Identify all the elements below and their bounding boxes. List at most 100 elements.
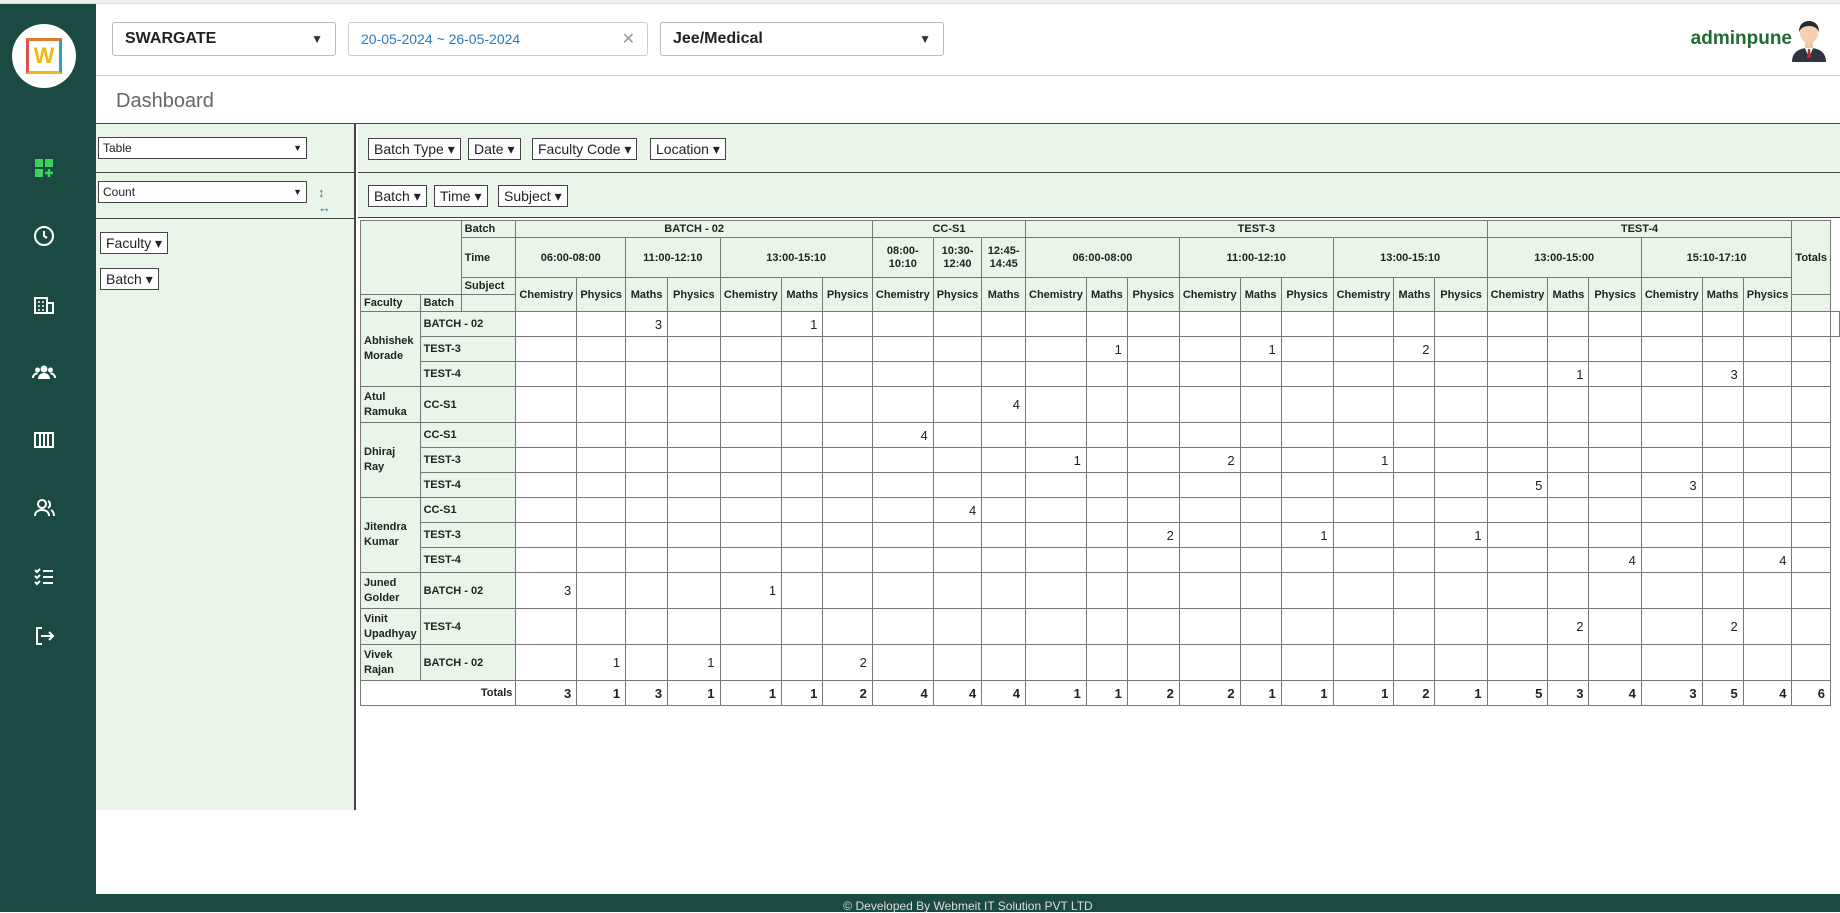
col-attr-label: Subject xyxy=(460,277,517,295)
pivot-cell xyxy=(576,472,627,498)
pivot-cell xyxy=(1742,311,1793,337)
unused-attr-location[interactable]: Location ▾ xyxy=(650,138,726,160)
aggregator-select[interactable]: Count ▼ xyxy=(98,181,307,203)
col-total-cell: 1 xyxy=(576,680,627,706)
row-total-cell xyxy=(1791,608,1831,645)
sidebar-clock-icon[interactable] xyxy=(28,220,60,252)
col-total-cell: 1 xyxy=(1025,680,1087,706)
pivot-cell xyxy=(1280,311,1334,337)
col-attr-subject[interactable]: Subject ▾ xyxy=(498,185,568,207)
col-header-subject: Physics xyxy=(576,277,627,312)
pivot-cell xyxy=(981,472,1027,498)
empty-header-cell xyxy=(460,294,517,312)
pivot-cell xyxy=(981,547,1027,573)
pivot-cell xyxy=(1332,336,1395,362)
date-range-input[interactable]: 20-05-2024 ~ 26-05-2024 ✕ xyxy=(348,22,648,56)
pivot-cell xyxy=(1025,422,1087,448)
renderer-select[interactable]: Table ▼ xyxy=(98,137,307,159)
pivot-cell xyxy=(1126,386,1180,423)
unused-attr-faculty-code[interactable]: Faculty Code ▾ xyxy=(532,138,638,160)
pivot-cell xyxy=(719,361,783,387)
pivot-cell xyxy=(1588,497,1642,523)
pivot-cell xyxy=(1085,386,1128,423)
table-row: Juned Golder BATCH - 02 3 1 xyxy=(360,572,1840,609)
pivot-cell xyxy=(719,447,783,473)
pivot-cell xyxy=(1178,522,1241,548)
pivot-cell xyxy=(1588,644,1642,681)
col-attr-batch[interactable]: Batch ▾ xyxy=(368,185,427,207)
attr-label: Faculty Code xyxy=(538,141,621,157)
pivot-cell xyxy=(667,336,721,362)
sidebar-user-icon[interactable] xyxy=(28,492,60,524)
col-header-subject: Chemistry xyxy=(1178,277,1241,312)
col-total-cell: 4 xyxy=(932,680,983,706)
pivot-cell xyxy=(1742,386,1793,423)
pivot-cell xyxy=(667,422,721,448)
branch-select[interactable]: SWARGATE ▼ xyxy=(112,22,336,56)
pivot-cell xyxy=(822,386,873,423)
sidebar-columns-icon[interactable] xyxy=(28,424,60,456)
row-attr-label: Faculty xyxy=(106,235,152,251)
pivot-cell xyxy=(719,386,783,423)
unused-attr-date[interactable]: Date ▾ xyxy=(468,138,521,160)
pivot-cell xyxy=(1085,472,1128,498)
pivot-cell xyxy=(576,497,627,523)
pivot-cell xyxy=(1178,311,1241,337)
col-header-time: 13:00-15:10 xyxy=(719,237,873,278)
pivot-cell xyxy=(1701,311,1744,337)
sidebar-building-icon[interactable] xyxy=(28,288,60,320)
row-attr-batch[interactable]: Batch ▾ xyxy=(100,268,159,290)
pivot-cell xyxy=(932,386,983,423)
sort-order-icons[interactable]: ↕ ↔ xyxy=(318,185,354,215)
row-header-batch: CC-S1 xyxy=(419,497,517,523)
date-range-value: 20-05-2024 ~ 26-05-2024 xyxy=(361,31,521,47)
col-attr-time[interactable]: Time ▾ xyxy=(434,185,488,207)
pivot-cell xyxy=(1239,361,1282,387)
pivot-cell xyxy=(1701,472,1744,498)
pivot-cell xyxy=(1588,422,1642,448)
pivot-cell xyxy=(1701,336,1744,362)
pivot-cell xyxy=(781,522,824,548)
pivot-cell xyxy=(981,608,1027,645)
pivot-cell xyxy=(1588,572,1642,609)
row-attr-faculty[interactable]: Faculty ▾ xyxy=(100,232,169,254)
pivot-cell xyxy=(932,547,983,573)
pivot-cell xyxy=(1178,608,1241,645)
avatar[interactable] xyxy=(1788,18,1830,62)
unused-attr-batch-type[interactable]: Batch Type ▾ xyxy=(368,138,461,160)
pivot-cell xyxy=(576,336,627,362)
dropdown-caret-icon: ▾ xyxy=(155,234,163,251)
sidebar-dashboard-icon[interactable] xyxy=(28,152,60,184)
pivot-cell xyxy=(1640,336,1703,362)
totals-row: Totals 3 1 3 1 1 1 2 4 4 4 1 1 2 2 1 1 1 2 1 5 3 4 3 5 4 6 xyxy=(359,680,1840,706)
pivot-cell xyxy=(781,447,824,473)
pivot-cell xyxy=(871,572,934,609)
pivot-cell xyxy=(1239,447,1282,473)
col-header-totals: Totals xyxy=(1791,220,1831,295)
sidebar-users-group-icon[interactable] xyxy=(28,356,60,388)
pivot-cell xyxy=(1486,447,1549,473)
pivot-cell xyxy=(871,336,934,362)
pivot-cell xyxy=(719,336,783,362)
col-total-cell: 1 xyxy=(1280,680,1334,706)
pivot-cell xyxy=(1701,422,1744,448)
pivot-cell xyxy=(1239,422,1282,448)
header-row-subject-label: Subject Chemistry Physics Maths Physics Chemi… xyxy=(361,277,1840,312)
pivot-cell xyxy=(1547,447,1590,473)
username[interactable]: adminpune xyxy=(1691,28,1792,50)
pivot-cell xyxy=(1486,497,1549,523)
pivot-cell: 1 xyxy=(1332,447,1395,473)
row-total-cell xyxy=(1791,361,1831,387)
app-logo[interactable]: W xyxy=(12,24,76,88)
pivot-cell xyxy=(1393,472,1436,498)
sidebar-checklist-icon[interactable] xyxy=(28,560,60,592)
pivot-cell xyxy=(1547,644,1590,681)
pivot-cell: 3 xyxy=(1701,361,1744,387)
pivot-cell xyxy=(625,497,669,523)
pivot-cell xyxy=(1547,497,1590,523)
course-select[interactable]: Jee/Medical ▼ xyxy=(660,22,944,56)
sidebar-logout-icon[interactable] xyxy=(28,620,60,652)
pivot-cell xyxy=(781,336,824,362)
pivot-cell xyxy=(1588,386,1642,423)
clear-icon[interactable]: ✕ xyxy=(622,29,635,49)
